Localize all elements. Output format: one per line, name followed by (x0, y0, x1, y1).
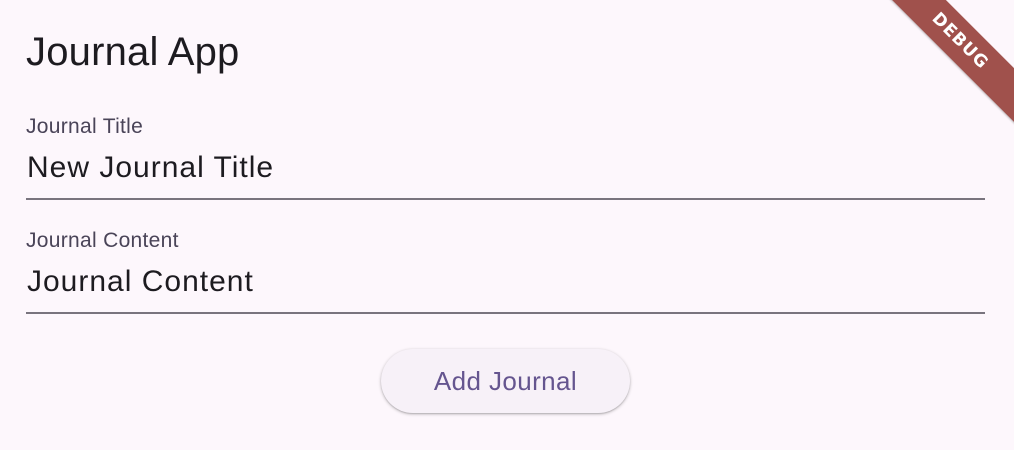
journal-content-field[interactable]: Journal Content (26, 226, 985, 314)
journal-content-label: Journal Content (26, 229, 179, 252)
journal-title-input[interactable] (26, 142, 985, 200)
add-journal-button[interactable]: Add Journal (381, 349, 630, 413)
app-bar: Journal App (26, 24, 239, 80)
journal-title-field[interactable]: Journal Title (26, 112, 985, 200)
journal-title-label: Journal Title (26, 115, 144, 138)
page-title: Journal App (26, 30, 240, 74)
debug-banner: DEBUG (875, 0, 1014, 126)
journal-content-input[interactable] (26, 256, 985, 314)
